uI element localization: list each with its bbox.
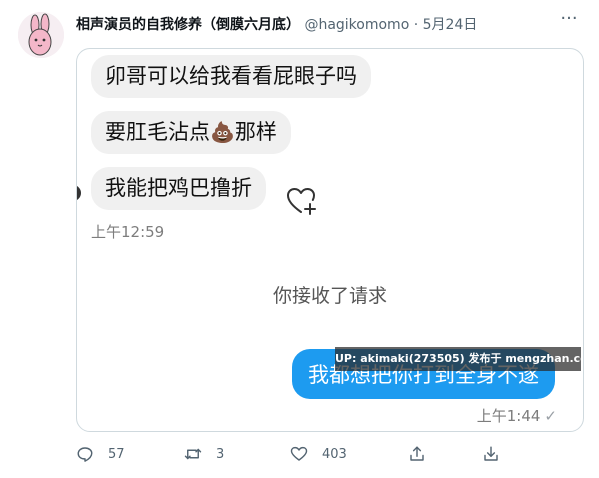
message-text: 要肛毛沾点 xyxy=(105,120,210,144)
poo-emoji-icon: 💩 xyxy=(210,120,235,144)
retweet-count: 3 xyxy=(216,446,225,462)
watermark: UP: akimaki(273505) 发布于 mengzhan.cc xyxy=(335,347,583,371)
timestamp-text: 上午1:44 xyxy=(476,407,541,425)
reply-icon xyxy=(77,447,93,462)
share-button[interactable] xyxy=(408,442,440,466)
like-button[interactable]: 403 xyxy=(290,442,347,466)
retweet-button[interactable]: 3 xyxy=(184,442,224,466)
scroll-edge-marker xyxy=(77,185,81,201)
message-text: 那样 xyxy=(234,120,277,144)
author-handle[interactable]: @hagikomomo xyxy=(304,17,409,33)
more-options-icon[interactable]: ··· xyxy=(557,10,581,30)
system-message: 你接收了请求 xyxy=(272,285,387,307)
message-timestamp: 上午12:59 xyxy=(91,223,165,241)
reply-button[interactable]: 57 xyxy=(76,442,125,466)
add-reaction-heart-icon[interactable] xyxy=(285,185,319,219)
message-text: 卯哥可以给我看看屁眼子吗 xyxy=(105,64,357,88)
tweet-actions: 57 3 403 xyxy=(76,442,516,466)
author-name[interactable]: 相声演员的自我修养（倒膜六月底） xyxy=(76,17,300,33)
heart-icon xyxy=(290,446,308,461)
message-timestamp: 上午1:44 ✓ xyxy=(477,405,557,426)
bunny-avatar-icon xyxy=(18,12,64,58)
tweet-header: 相声演员的自我修养（倒膜六月底） @hagikomomo · 5月24日 xyxy=(76,14,559,34)
separator: · xyxy=(413,17,419,33)
read-check-icon: ✓ xyxy=(544,407,557,425)
message-text: 我能把鸡巴撸折 xyxy=(105,176,252,200)
reply-count: 57 xyxy=(108,446,125,462)
download-button[interactable] xyxy=(482,442,514,466)
message-bubble: 卯哥可以给我看看屁眼子吗 xyxy=(91,55,371,99)
avatar[interactable] xyxy=(18,12,64,58)
retweet-icon xyxy=(184,448,202,460)
share-icon xyxy=(410,446,424,461)
tweet-date[interactable]: 5月24日 xyxy=(423,17,478,33)
chat-screenshot[interactable]: 卯哥可以给我看看屁眼子吗 要肛毛沾点💩那样 我能把鸡巴撸折 上午12:59 你接… xyxy=(76,48,584,432)
like-count: 403 xyxy=(322,446,347,462)
message-bubble: 我能把鸡巴撸折 xyxy=(91,167,266,211)
message-bubble: 要肛毛沾点💩那样 xyxy=(91,111,291,155)
download-icon xyxy=(484,446,498,461)
